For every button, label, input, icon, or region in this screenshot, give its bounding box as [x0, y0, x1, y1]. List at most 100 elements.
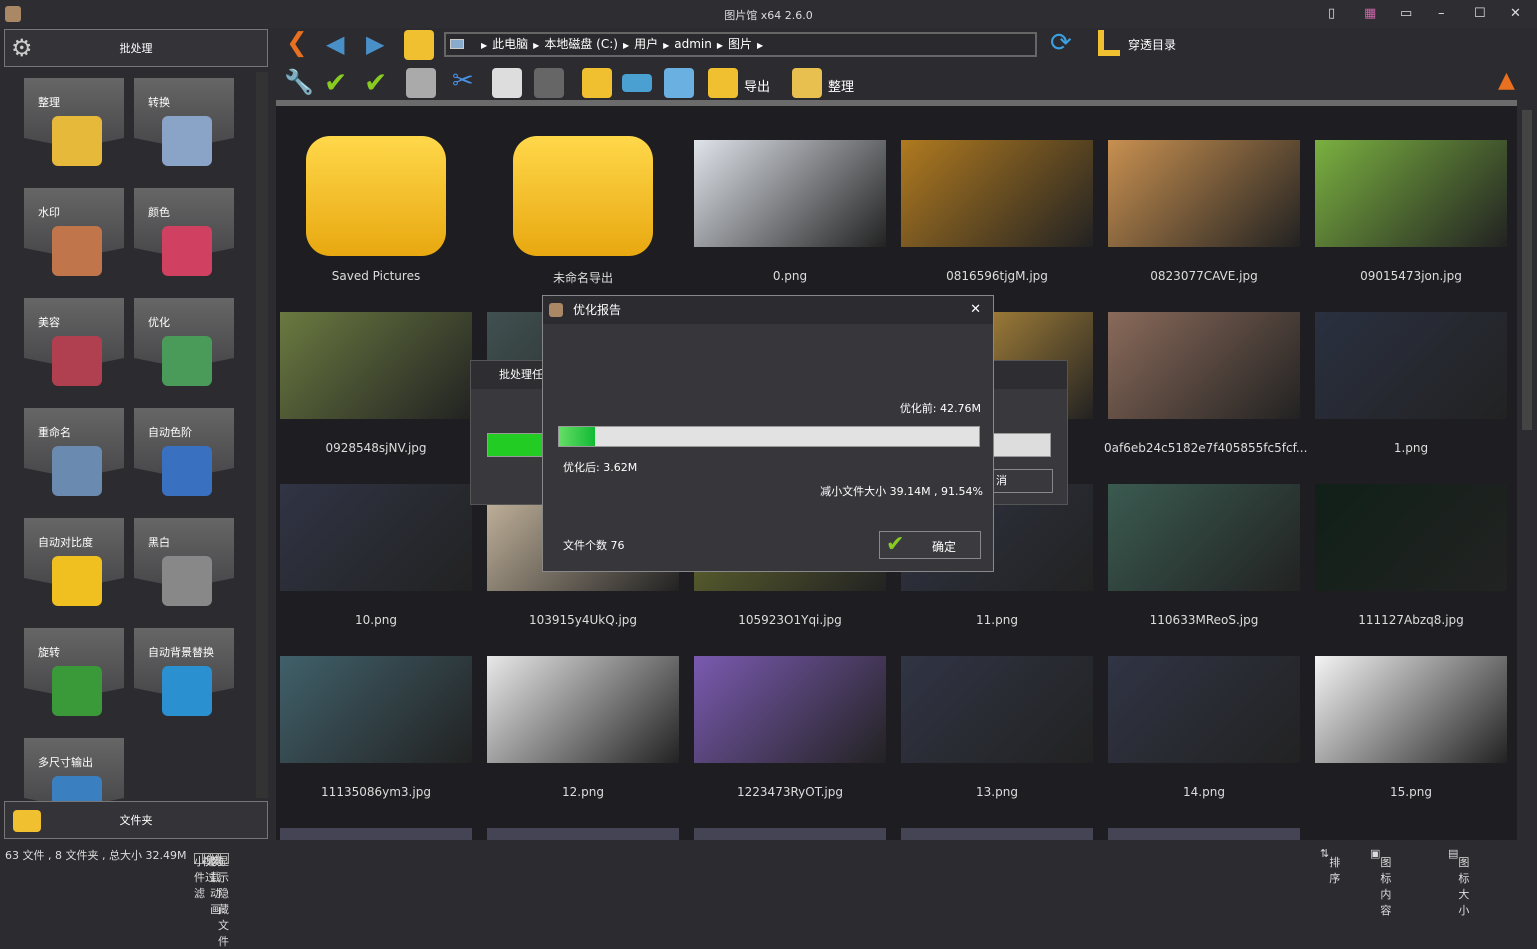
icon-size-button[interactable]: ▤ 图标大小	[1448, 847, 1469, 917]
file-item[interactable]: 1223473RyOT.jpg	[690, 622, 897, 799]
tool-label: 自动对比度	[38, 536, 93, 549]
tool-tile[interactable]: 自动背景替换	[134, 628, 234, 728]
uncheck-icon[interactable]: ✔	[364, 66, 387, 99]
file-item[interactable]: 1.png	[1311, 278, 1517, 455]
thumbnail[interactable]	[694, 828, 886, 840]
file-item[interactable]: 15.png	[1311, 622, 1517, 799]
tree-folder-icon	[1098, 30, 1120, 56]
tool-icon	[162, 556, 212, 606]
file-item[interactable]: 14.png	[1104, 622, 1311, 799]
delete-icon[interactable]	[406, 68, 436, 98]
tool-tile[interactable]: 自动色阶	[134, 408, 234, 508]
minimize-button[interactable]: –	[1438, 6, 1445, 21]
file-count: 文件个数 76	[563, 539, 625, 552]
refresh-icon[interactable]: ⟳	[1050, 28, 1072, 58]
next-icon[interactable]: ▶	[366, 30, 384, 58]
tool-tile[interactable]: 优化	[134, 298, 234, 398]
file-item[interactable]: 12.png	[483, 622, 690, 799]
window-title: 图片馆 x64 2.6.0	[724, 9, 813, 22]
dialog-close-button[interactable]: ✕	[970, 296, 981, 324]
file-item[interactable]: 110633MReoS.jpg	[1104, 450, 1311, 627]
tool-icon	[52, 226, 102, 276]
app-icon	[549, 303, 563, 317]
file-name: 14.png	[1183, 785, 1225, 799]
file-item[interactable]: 0.png	[690, 106, 897, 283]
ok-button[interactable]: ✔ 确定	[879, 531, 981, 559]
breadcrumb-item[interactable]: 用户	[634, 37, 658, 51]
tool-icon	[162, 336, 212, 386]
thumbnail	[694, 656, 886, 763]
gear-icon: ⚙	[11, 34, 33, 62]
rename-icon[interactable]	[622, 74, 652, 92]
file-item[interactable]: 0af6eb24c5182e7f405855fc5fcf...	[1104, 278, 1311, 455]
file-item[interactable]: 0928548sjNV.jpg	[276, 278, 483, 455]
icon-content-button[interactable]: ▣ 图标内容	[1370, 847, 1391, 917]
collapse-icon[interactable]: ▲	[1498, 68, 1515, 93]
export-icon[interactable]	[708, 68, 738, 98]
organize-button[interactable]: 整理	[828, 76, 854, 95]
monitor-icon[interactable]: ▭	[1400, 6, 1412, 21]
tool-tile[interactable]: 重命名	[24, 408, 124, 508]
breadcrumb-separator: ▶	[663, 41, 670, 50]
back-icon[interactable]: ❮	[286, 28, 308, 58]
thumbnail[interactable]	[901, 828, 1093, 840]
batch-process-header[interactable]: ⚙ 批处理	[4, 29, 268, 67]
thumbnail[interactable]	[280, 828, 472, 840]
organize-icon[interactable]	[792, 68, 822, 98]
folder-item[interactable]: 未命名导出	[483, 106, 690, 285]
new-folder-icon[interactable]	[582, 68, 612, 98]
breadcrumb-item[interactable]: 图片	[728, 37, 752, 51]
grid-scrollbar[interactable]	[1518, 106, 1537, 840]
thumbnail[interactable]	[1108, 828, 1300, 840]
dialog-title-bar: 优化报告 ✕	[543, 296, 993, 324]
breadcrumb-separator: ▶	[716, 41, 724, 50]
tool-tile[interactable]: 水印	[24, 188, 124, 288]
tool-tile[interactable]: 美容	[24, 298, 124, 398]
thumbnail	[1315, 656, 1507, 763]
palette-icon[interactable]: ▦	[1364, 6, 1376, 21]
tool-tile[interactable]: 黑白	[134, 518, 234, 618]
breadcrumb-item[interactable]: admin	[674, 37, 712, 51]
close-button[interactable]: ✕	[1510, 6, 1521, 21]
thumbnail[interactable]	[487, 828, 679, 840]
file-item[interactable]: 09015473jon.jpg	[1311, 106, 1517, 283]
file-item[interactable]: 111127Abzq8.jpg	[1311, 450, 1517, 627]
thumbnail	[1108, 140, 1300, 247]
file-item[interactable]: 0823077CAVE.jpg	[1104, 106, 1311, 283]
up-folder-icon[interactable]	[404, 30, 434, 60]
tool-tile[interactable]: 转换	[134, 78, 234, 178]
cut-icon[interactable]: ✂	[452, 66, 474, 96]
tool-tile[interactable]: 旋转	[24, 628, 124, 728]
breadcrumb-item[interactable]: 本地磁盘 (C:)	[544, 37, 618, 51]
tool-tile[interactable]: 整理	[24, 78, 124, 178]
tools-icon[interactable]: 🔧	[284, 68, 314, 96]
file-item[interactable]: 10.png	[276, 450, 483, 627]
file-item[interactable]: 11135086ym3.jpg	[276, 622, 483, 799]
skin-icon[interactable]: ▯	[1328, 6, 1335, 21]
maximize-button[interactable]: ☐	[1474, 6, 1486, 21]
sort-button[interactable]: ⇅ 排序	[1320, 847, 1340, 885]
print-icon[interactable]	[664, 68, 694, 98]
thumbnail	[1315, 312, 1507, 419]
tool-label: 优化	[148, 316, 170, 329]
address-bar[interactable]: ▶ 此电脑 ▶ 本地磁盘 (C:) ▶ 用户 ▶ admin ▶ 图片 ▶	[444, 32, 1037, 57]
file-item[interactable]: 13.png	[897, 622, 1104, 799]
tool-icon	[162, 666, 212, 716]
folder-icon	[513, 136, 653, 256]
thumbnail	[280, 312, 472, 419]
prev-icon[interactable]: ◀	[326, 30, 344, 58]
folder-icon	[306, 136, 446, 256]
batch-cancel-button[interactable]: 消	[991, 469, 1053, 493]
check-all-icon[interactable]: ✔	[324, 66, 347, 99]
tool-tile[interactable]: 自动对比度	[24, 518, 124, 618]
traverse-dir-button[interactable]: 穿透目录	[1128, 36, 1176, 53]
file-item[interactable]: 0816596tjgM.jpg	[897, 106, 1104, 283]
sidebar-scrollbar[interactable]	[256, 72, 268, 798]
paste-icon[interactable]	[534, 68, 564, 98]
export-button[interactable]: 导出	[744, 76, 770, 95]
folder-item[interactable]: Saved Pictures	[276, 106, 483, 283]
folder-header[interactable]: 文件夹	[4, 801, 268, 839]
copy-icon[interactable]	[492, 68, 522, 98]
breadcrumb-item[interactable]: 此电脑	[492, 37, 528, 51]
tool-tile[interactable]: 颜色	[134, 188, 234, 288]
